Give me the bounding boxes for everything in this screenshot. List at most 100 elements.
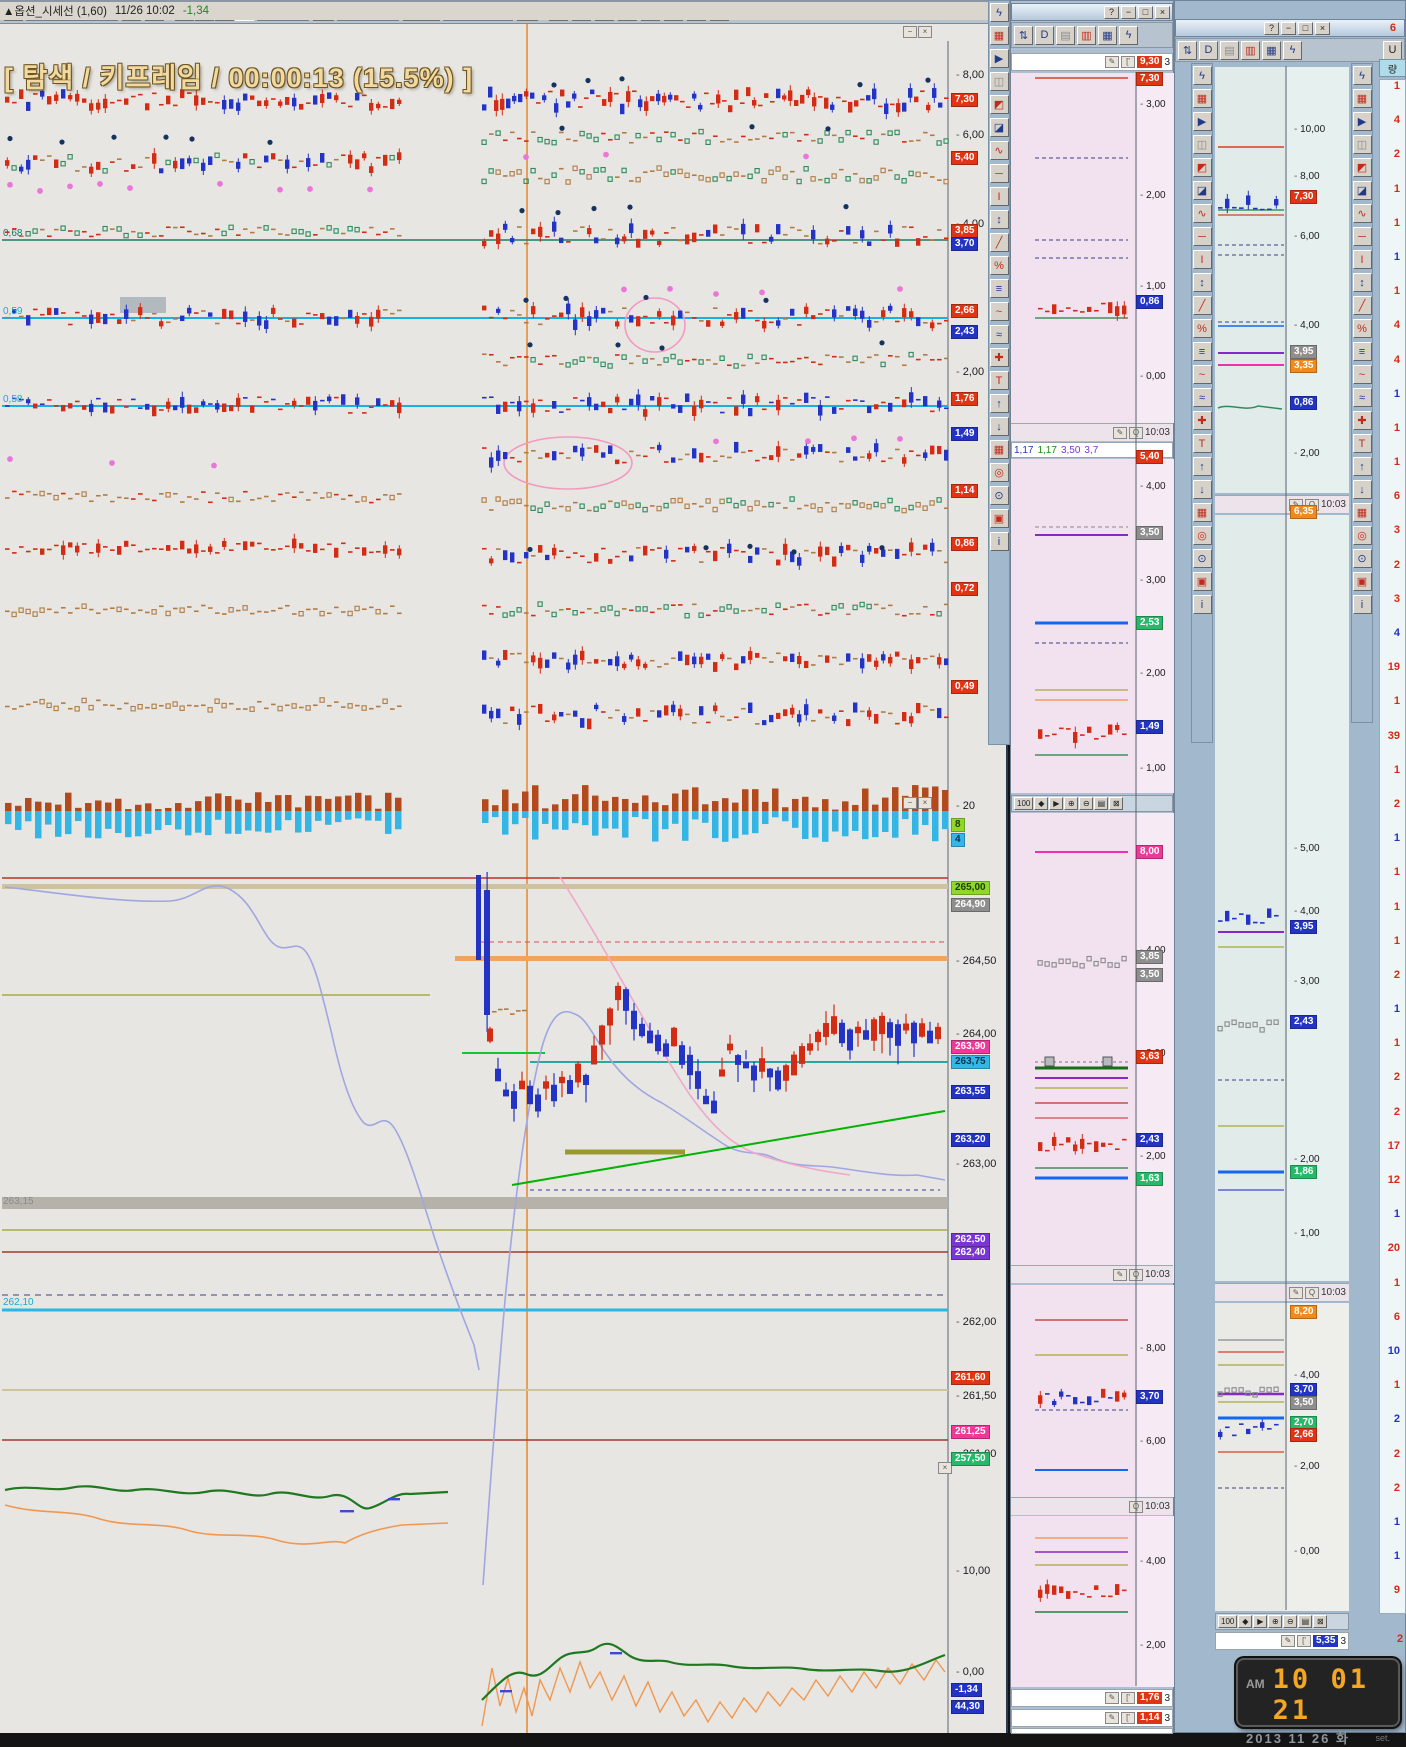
diagonal-line-icon[interactable]: ╱ bbox=[990, 233, 1009, 252]
wave-icon[interactable]: ~ bbox=[1193, 365, 1212, 384]
trendline-icon[interactable]: ∿ bbox=[990, 141, 1009, 160]
crop-icon[interactable]: ◫ bbox=[1353, 135, 1372, 154]
titlebar-button[interactable]: ? bbox=[1104, 6, 1119, 19]
chart-a3[interactable] bbox=[1011, 813, 1137, 1283]
pencil-icon[interactable]: ✎ bbox=[1113, 1269, 1127, 1281]
clock-set-button[interactable]: set. bbox=[1375, 1733, 1390, 1743]
range-icon[interactable]: ↕ bbox=[1193, 273, 1212, 292]
zoom-control[interactable]: ⊕ bbox=[1268, 1615, 1282, 1628]
report-icon[interactable]: ▥ bbox=[1241, 41, 1260, 60]
info-icon[interactable]: i bbox=[990, 532, 1009, 551]
wave-icon[interactable]: ~ bbox=[1353, 365, 1372, 384]
eraser-icon[interactable]: ◩ bbox=[1193, 158, 1212, 177]
refresh-icon[interactable]: ϟ bbox=[1119, 26, 1138, 45]
percent-line-icon[interactable]: % bbox=[990, 256, 1009, 275]
magnifier-icon[interactable]: Q bbox=[1305, 499, 1319, 511]
refresh-icon[interactable]: ϟ bbox=[1353, 66, 1372, 85]
pencil-icon[interactable]: ✎ bbox=[1105, 56, 1119, 68]
zoom-control[interactable]: 100 bbox=[1014, 797, 1033, 810]
pattern-icon[interactable]: ≈ bbox=[990, 325, 1009, 344]
magnifier-icon[interactable]: Q bbox=[1129, 1501, 1143, 1513]
pencil-icon[interactable]: ✎ bbox=[1105, 1692, 1119, 1704]
zoom-control[interactable]: ⊠ bbox=[1109, 797, 1123, 810]
zoom-control[interactable]: ▶ bbox=[1253, 1615, 1267, 1628]
snap-grid-icon[interactable]: ▦ bbox=[990, 26, 1009, 45]
table-icon[interactable]: ▦ bbox=[1262, 41, 1281, 60]
copy-icon[interactable]: D bbox=[1199, 41, 1218, 60]
window-b-titlebar[interactable]: ?−□× 6 bbox=[1175, 19, 1405, 37]
print-icon[interactable]: ▤ bbox=[1056, 26, 1075, 45]
circle-tool-icon[interactable]: ◎ bbox=[990, 463, 1009, 482]
range-icon[interactable]: ↕ bbox=[990, 210, 1009, 229]
eraser-all-icon[interactable]: ◪ bbox=[1353, 181, 1372, 200]
zoom-control[interactable]: ▤ bbox=[1298, 1615, 1312, 1628]
minimize-icon[interactable]: − bbox=[903, 797, 917, 809]
zoom-control[interactable]: 100 bbox=[1218, 1615, 1237, 1628]
arrow-down-icon[interactable]: ↓ bbox=[1353, 480, 1372, 499]
chart-a1[interactable] bbox=[1011, 73, 1137, 423]
marker-icon[interactable]: [' bbox=[1121, 1692, 1135, 1704]
fibonacci-icon[interactable]: ≡ bbox=[1193, 342, 1212, 361]
eraser-icon[interactable]: ◩ bbox=[990, 95, 1009, 114]
eraser-icon[interactable]: ◩ bbox=[1353, 158, 1372, 177]
chart-b1[interactable] bbox=[1215, 67, 1287, 493]
diagonal-line-icon[interactable]: ╱ bbox=[1353, 296, 1372, 315]
window-a-titlebar[interactable]: ?−□× bbox=[1011, 3, 1173, 21]
magnifier-icon[interactable]: Q bbox=[1129, 1269, 1143, 1281]
refresh-icon[interactable]: ϟ bbox=[1283, 41, 1302, 60]
zoom-control[interactable]: ⊠ bbox=[1313, 1615, 1327, 1628]
titlebar-button[interactable]: ? bbox=[1264, 22, 1279, 35]
arrow-up-icon[interactable]: ↑ bbox=[1353, 457, 1372, 476]
fibonacci-icon[interactable]: ≡ bbox=[1353, 342, 1372, 361]
cross-icon[interactable]: ✚ bbox=[1353, 411, 1372, 430]
region-icon[interactable]: ▣ bbox=[1193, 572, 1212, 591]
eraser-all-icon[interactable]: ◪ bbox=[1193, 181, 1212, 200]
cursor-icon[interactable]: ▶ bbox=[990, 49, 1009, 68]
horizontal-line-icon[interactable]: ─ bbox=[990, 164, 1009, 183]
arrow-up-icon[interactable]: ↑ bbox=[1193, 457, 1212, 476]
diagonal-line-icon[interactable]: ╱ bbox=[1193, 296, 1212, 315]
percent-line-icon[interactable]: % bbox=[1193, 319, 1212, 338]
range-icon[interactable]: ↕ bbox=[1353, 273, 1372, 292]
pencil-icon[interactable]: ✎ bbox=[1105, 1712, 1119, 1724]
horizontal-line-icon[interactable]: ─ bbox=[1353, 227, 1372, 246]
magnifier-icon[interactable]: Q bbox=[1305, 1287, 1319, 1299]
sort-icon[interactable]: ⇅ bbox=[1014, 26, 1033, 45]
zoom-control[interactable]: ⊕ bbox=[1064, 797, 1078, 810]
vertical-line-icon[interactable]: I bbox=[1193, 250, 1212, 269]
horizontal-line-icon[interactable]: ─ bbox=[1193, 227, 1212, 246]
grid-box-icon[interactable]: ▦ bbox=[1193, 503, 1212, 522]
info-icon[interactable]: i bbox=[1193, 595, 1212, 614]
zoom-control[interactable]: ▶ bbox=[1049, 797, 1063, 810]
close-icon[interactable]: × bbox=[918, 26, 932, 38]
trendline-icon[interactable]: ∿ bbox=[1193, 204, 1212, 223]
pattern-icon[interactable]: ≈ bbox=[1193, 388, 1212, 407]
copy-icon[interactable]: D bbox=[1035, 26, 1054, 45]
grid-box-icon[interactable]: ▦ bbox=[990, 440, 1009, 459]
refresh-icon[interactable]: ϟ bbox=[990, 3, 1009, 22]
close-icon[interactable]: × bbox=[938, 1462, 952, 1474]
snap-grid-icon[interactable]: ▦ bbox=[1193, 89, 1212, 108]
vertical-line-icon[interactable]: I bbox=[1353, 250, 1372, 269]
zoom-control[interactable]: ◆ bbox=[1238, 1615, 1252, 1628]
target-icon[interactable]: ⊙ bbox=[990, 486, 1009, 505]
target-icon[interactable]: ⊙ bbox=[1193, 549, 1212, 568]
marker-icon[interactable]: [' bbox=[1121, 1712, 1135, 1724]
titlebar-button[interactable]: □ bbox=[1138, 6, 1153, 19]
pattern-icon[interactable]: ≈ bbox=[1353, 388, 1372, 407]
report-icon[interactable]: ▥ bbox=[1077, 26, 1096, 45]
u-button[interactable]: U bbox=[1383, 41, 1402, 60]
circle-tool-icon[interactable]: ◎ bbox=[1353, 526, 1372, 545]
cross-icon[interactable]: ✚ bbox=[990, 348, 1009, 367]
table-icon[interactable]: ▦ bbox=[1098, 26, 1117, 45]
pencil-icon[interactable]: ✎ bbox=[1289, 1287, 1303, 1299]
zoom-control[interactable]: ⊖ bbox=[1283, 1615, 1297, 1628]
trendline-icon[interactable]: ∿ bbox=[1353, 204, 1372, 223]
arrow-down-icon[interactable]: ↓ bbox=[1193, 480, 1212, 499]
snap-grid-icon[interactable]: ▦ bbox=[1353, 89, 1372, 108]
vertical-line-icon[interactable]: I bbox=[990, 187, 1009, 206]
text-tool-icon[interactable]: T bbox=[990, 371, 1009, 390]
fibonacci-icon[interactable]: ≡ bbox=[990, 279, 1009, 298]
sort-icon[interactable]: ⇅ bbox=[1178, 41, 1197, 60]
titlebar-button[interactable]: − bbox=[1281, 22, 1296, 35]
